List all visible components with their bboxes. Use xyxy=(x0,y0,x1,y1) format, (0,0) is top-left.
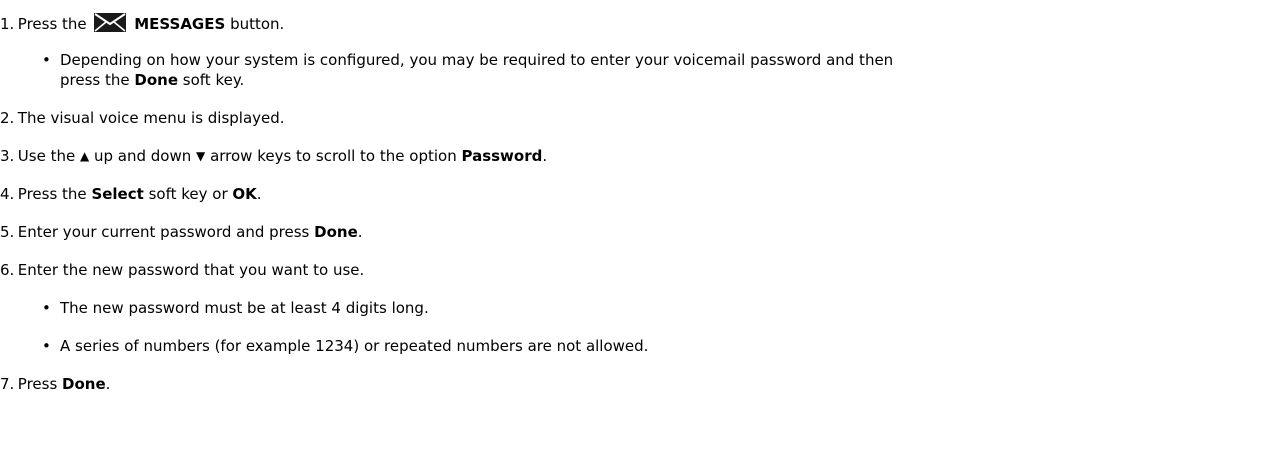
bullet-glyph: • xyxy=(42,299,51,317)
step-text: button. xyxy=(230,15,285,33)
punctuation: . xyxy=(256,185,262,203)
step-7: 7. Press Done. xyxy=(0,374,110,394)
punctuation: . xyxy=(105,375,111,393)
step-text: up and down xyxy=(94,147,192,165)
step-text: Press the xyxy=(17,15,87,33)
step-2: 2. The visual voice menu is displayed. xyxy=(0,108,285,128)
step-5: 5. Enter your current password and press… xyxy=(0,222,363,242)
step-text: arrow keys to scroll to the option xyxy=(210,147,457,165)
note-text: soft key. xyxy=(182,71,245,89)
step-number: 7. xyxy=(0,375,15,393)
step-number: 2. xyxy=(0,109,15,127)
step-1: 1. Press the MESSAGES button. xyxy=(0,12,284,34)
step-text: Press xyxy=(17,375,58,393)
step-3: 3. Use the ▲ up and down ▼ arrow keys to… xyxy=(0,146,547,166)
up-arrow-icon: ▲ xyxy=(79,149,90,163)
step-number: 6. xyxy=(0,261,15,279)
punctuation: . xyxy=(542,147,548,165)
note-line-2: press the Done soft key. xyxy=(60,70,244,90)
envelope-icon xyxy=(94,13,127,32)
note-text: press the xyxy=(60,71,130,89)
select-label: Select xyxy=(91,185,144,203)
bullet-glyph: • xyxy=(42,51,51,69)
step-text: Use the xyxy=(17,147,76,165)
ok-label: OK xyxy=(232,185,257,203)
instructions-page: 1. Press the MESSAGES button. • Dependin… xyxy=(0,0,1286,457)
done-label: Done xyxy=(314,223,358,241)
step-number: 5. xyxy=(0,223,15,241)
step-text: Enter the new password that you want to … xyxy=(17,261,365,279)
punctuation: . xyxy=(357,223,363,241)
done-label: Done xyxy=(62,375,106,393)
note-text: A series of numbers (for example 1234) o… xyxy=(60,337,649,355)
down-arrow-icon: ▼ xyxy=(196,149,206,163)
step-text: soft key or xyxy=(148,185,228,203)
step-number: 1. xyxy=(0,15,15,33)
step-text: Enter your current password and press xyxy=(17,223,310,241)
step-6: 6. Enter the new password that you want … xyxy=(0,260,364,280)
bullet-glyph: • xyxy=(42,337,51,355)
step-number: 4. xyxy=(0,185,15,203)
step-4: 4. Press the Select soft key or OK. xyxy=(0,184,262,204)
done-label: Done xyxy=(134,71,178,89)
password-label: Password xyxy=(461,147,543,165)
step-number: 3. xyxy=(0,147,15,165)
note-text: The new password must be at least 4 digi… xyxy=(60,299,429,317)
messages-label: MESSAGES xyxy=(134,15,226,33)
step-text: The visual voice menu is displayed. xyxy=(17,109,285,127)
step-text: Press the xyxy=(17,185,87,203)
note-line-1: Depending on how your system is configur… xyxy=(60,51,894,69)
